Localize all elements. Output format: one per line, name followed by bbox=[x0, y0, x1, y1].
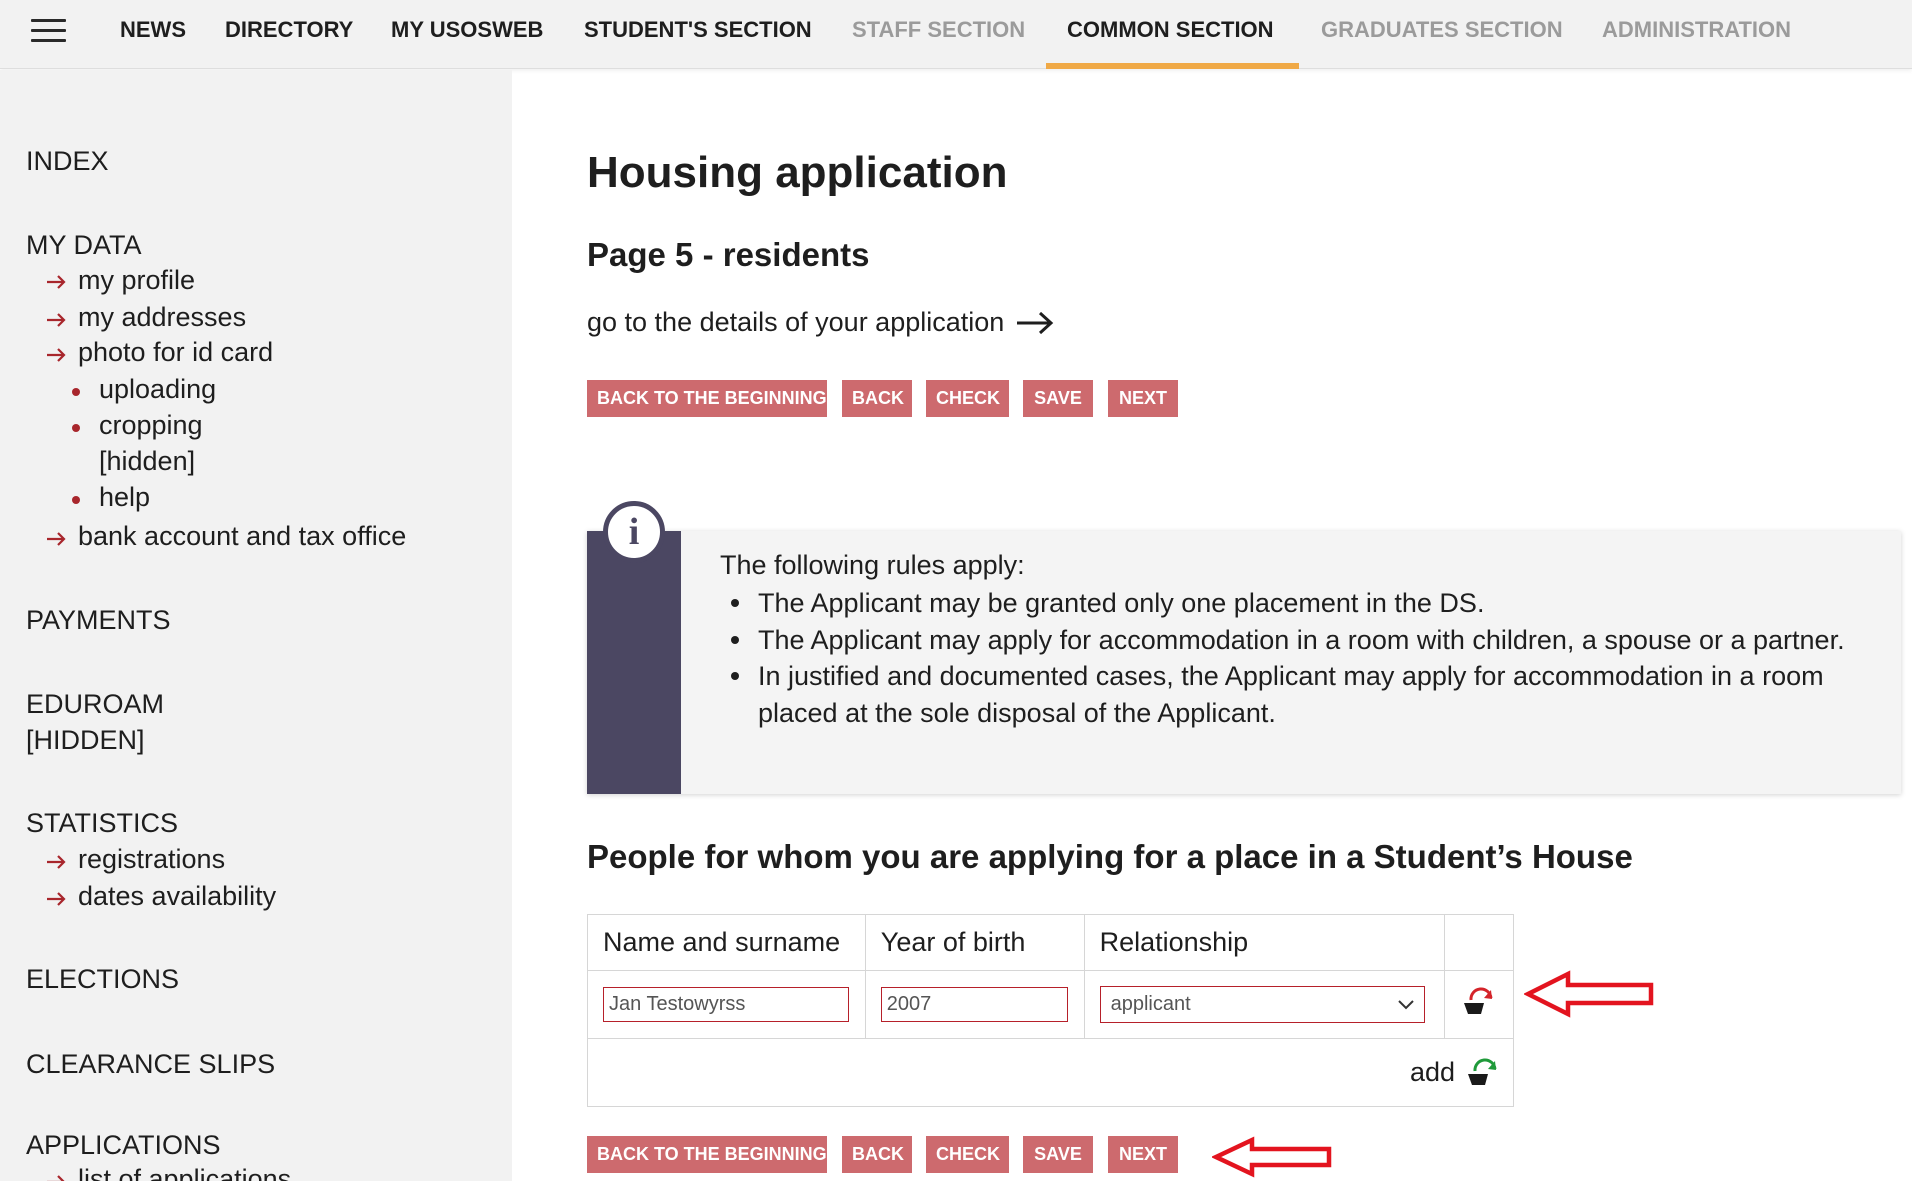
back-to-beginning-button-bottom[interactable]: BACK TO THE BEGINNING bbox=[587, 1136, 827, 1173]
tab-my-usosweb[interactable]: MY USOSWEB bbox=[391, 17, 543, 43]
tab-students-section[interactable]: STUDENT'S SECTION bbox=[584, 17, 812, 43]
info-intro: The following rules apply: bbox=[720, 550, 1025, 580]
tab-graduates-section[interactable]: GRADUATES SECTION bbox=[1321, 17, 1563, 43]
table-row: applicant bbox=[587, 970, 1514, 1039]
next-button[interactable]: NEXT bbox=[1108, 380, 1178, 417]
menu-icon[interactable] bbox=[31, 19, 66, 43]
column-header-name: Name and surname bbox=[587, 914, 866, 971]
list-item: The Applicant may be granted only one pl… bbox=[720, 585, 1860, 622]
sidebar-item-payments[interactable]: PAYMENTS bbox=[26, 605, 171, 636]
bullet-icon bbox=[72, 388, 80, 396]
annotation-arrow-icon bbox=[1524, 970, 1654, 1018]
sidebar-item-clearance-slips[interactable]: CLEARANCE SLIPS bbox=[26, 1049, 275, 1080]
top-navigation: NEWS DIRECTORY MY USOSWEB STUDENT'S SECT… bbox=[0, 0, 1912, 69]
add-label: add bbox=[1409, 1057, 1455, 1087]
sidebar-item-elections[interactable]: ELECTIONS bbox=[26, 964, 179, 995]
sidebar-item-index[interactable]: INDEX bbox=[26, 146, 109, 177]
arrow-right-icon bbox=[47, 313, 66, 327]
column-header-actions bbox=[1444, 914, 1514, 971]
page-title: Housing application bbox=[587, 148, 1008, 197]
application-details-link[interactable]: go to the details of your application bbox=[587, 307, 1054, 338]
sidebar-item-applications[interactable]: APPLICATIONS bbox=[26, 1130, 221, 1161]
year-cell bbox=[864, 970, 1085, 1039]
tab-directory[interactable]: DIRECTORY bbox=[225, 17, 353, 43]
annotation-arrow-icon bbox=[1212, 1136, 1332, 1178]
sidebar-item-eduroam[interactable]: EDUROAM bbox=[26, 689, 164, 720]
name-input[interactable] bbox=[603, 987, 849, 1022]
add-row: add bbox=[587, 1038, 1514, 1107]
sidebar-item-registrations[interactable]: registrations bbox=[78, 844, 225, 875]
relationship-select[interactable]: applicant bbox=[1099, 986, 1425, 1023]
page-subtitle: Page 5 - residents bbox=[587, 236, 870, 273]
tab-administration[interactable]: ADMINISTRATION bbox=[1602, 17, 1791, 43]
sidebar-item-my-data[interactable]: MY DATA bbox=[26, 230, 142, 261]
arrow-right-icon bbox=[47, 275, 66, 289]
back-to-beginning-button[interactable]: BACK TO THE BEGINNING bbox=[587, 380, 827, 417]
save-button[interactable]: SAVE bbox=[1023, 380, 1093, 417]
tab-common-section[interactable]: COMMON SECTION bbox=[1067, 17, 1274, 43]
save-button-bottom[interactable]: SAVE bbox=[1023, 1136, 1093, 1173]
info-icon: i bbox=[603, 501, 665, 563]
add-person-button[interactable]: add bbox=[1410, 1057, 1501, 1089]
arrow-right-icon bbox=[47, 855, 66, 869]
next-button-bottom[interactable]: NEXT bbox=[1108, 1136, 1178, 1173]
arrow-right-icon bbox=[47, 348, 66, 362]
sidebar-item-dates-availability[interactable]: dates availability bbox=[78, 881, 276, 912]
arrow-right-icon bbox=[47, 1175, 65, 1181]
sidebar-item-uploading[interactable]: uploading bbox=[99, 374, 216, 405]
relationship-selected-value: applicant bbox=[1110, 993, 1191, 1015]
back-button-bottom[interactable]: BACK bbox=[842, 1136, 912, 1173]
rules-list: The Applicant may be granted only one pl… bbox=[720, 585, 1860, 731]
bullet-icon bbox=[72, 424, 80, 432]
year-of-birth-input[interactable] bbox=[880, 987, 1068, 1022]
bullet-icon bbox=[72, 496, 80, 504]
arrow-right-icon bbox=[47, 892, 66, 906]
remove-row-icon[interactable] bbox=[1461, 986, 1497, 1018]
sidebar-eduroam-hidden: [HIDDEN] bbox=[26, 725, 145, 755]
tab-news[interactable]: NEWS bbox=[120, 17, 186, 43]
back-button[interactable]: BACK bbox=[842, 380, 912, 417]
add-cell: add bbox=[587, 1038, 1514, 1107]
add-row-icon bbox=[1468, 1058, 1497, 1085]
active-tab-indicator bbox=[1046, 63, 1299, 69]
tab-staff-section[interactable]: STAFF SECTION bbox=[852, 17, 1025, 43]
column-header-relationship: Relationship bbox=[1083, 914, 1446, 971]
table-header-row: Name and surname Year of birth Relations… bbox=[587, 914, 1514, 971]
details-link-label: go to the details of your application bbox=[587, 307, 1005, 337]
list-item: In justified and documented cases, the A… bbox=[720, 658, 1860, 731]
remove-cell bbox=[1444, 970, 1514, 1039]
sidebar-hidden-label: [hidden] bbox=[99, 446, 196, 476]
arrow-right-icon bbox=[1017, 311, 1054, 334]
sidebar-item-my-addresses[interactable]: my addresses bbox=[78, 302, 246, 333]
sidebar-item-statistics[interactable]: STATISTICS bbox=[26, 808, 178, 839]
info-side-bar bbox=[587, 531, 681, 794]
sidebar-item-list-of-applications[interactable]: list of applications bbox=[78, 1164, 291, 1181]
name-cell bbox=[587, 970, 866, 1039]
column-header-year: Year of birth bbox=[864, 914, 1085, 971]
relationship-cell: applicant bbox=[1083, 970, 1446, 1039]
sidebar-item-my-profile[interactable]: my profile bbox=[78, 265, 195, 296]
sidebar-item-help[interactable]: help bbox=[99, 482, 150, 513]
residents-table: Name and surname Year of birth Relations… bbox=[587, 914, 1514, 1107]
sidebar-item-cropping[interactable]: cropping bbox=[99, 410, 203, 441]
section-heading: People for whom you are applying for a p… bbox=[587, 838, 1633, 875]
check-button-bottom[interactable]: CHECK bbox=[926, 1136, 1009, 1173]
sidebar-item-photo-id-card[interactable]: photo for id card bbox=[78, 337, 273, 368]
chevron-down-icon bbox=[1397, 999, 1414, 1009]
list-item: The Applicant may apply for accommodatio… bbox=[720, 622, 1860, 659]
sidebar-item-bank-account[interactable]: bank account and tax office bbox=[78, 521, 406, 552]
sidebar: INDEX MY DATA my profile my addresses ph… bbox=[0, 70, 512, 1181]
arrow-right-icon bbox=[47, 532, 66, 546]
check-button[interactable]: CHECK bbox=[926, 380, 1009, 417]
